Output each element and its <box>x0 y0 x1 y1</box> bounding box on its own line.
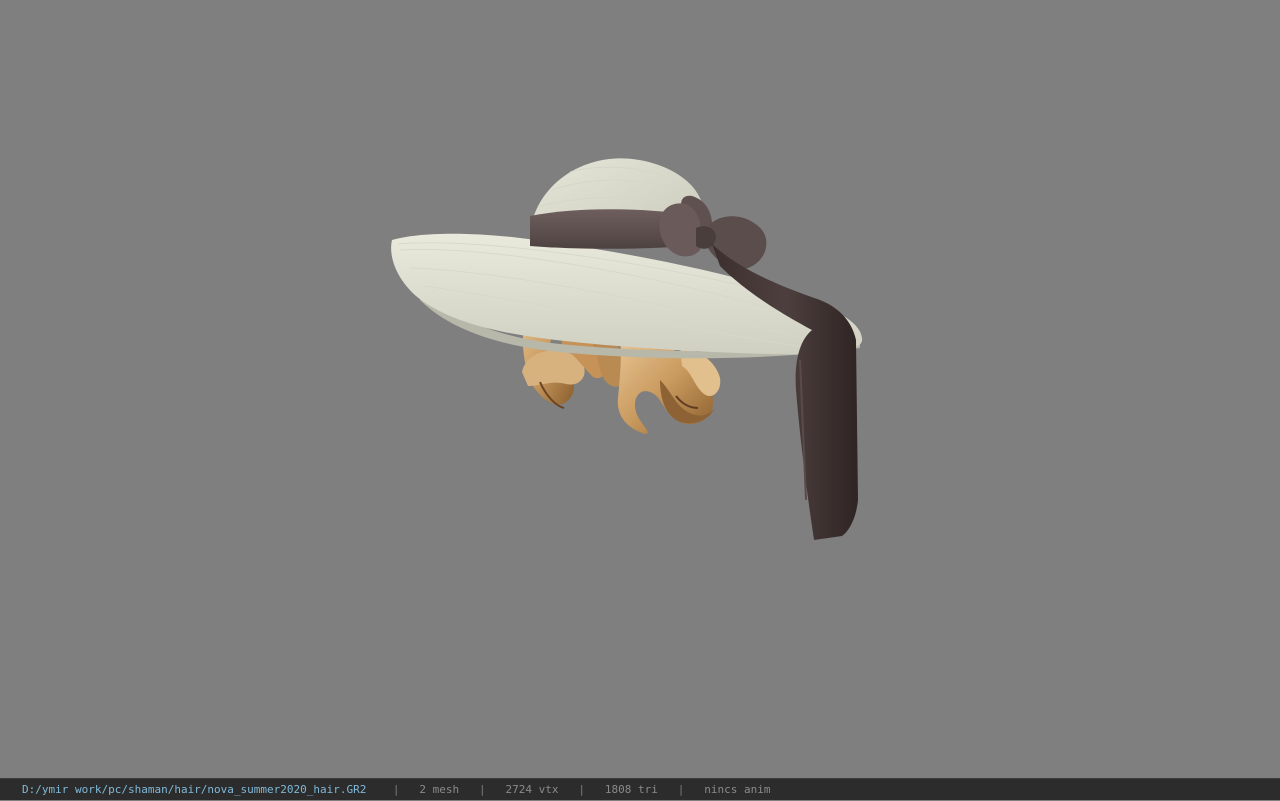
triangle-count-text: 1808 tri <box>604 783 658 796</box>
anim-status-text: nincs anim <box>704 783 771 796</box>
status-separator: | <box>578 783 585 796</box>
ribbon-bow <box>659 195 767 269</box>
file-path-text: D:/ymir work/pc/shaman/hair/nova_summer2… <box>22 783 367 796</box>
status-bar: D:/ymir work/pc/shaman/hair/nova_summer2… <box>0 778 1280 800</box>
status-separator: | <box>479 783 486 796</box>
mesh-count-text: 2 mesh <box>419 783 460 796</box>
status-separator: | <box>392 783 400 796</box>
model-preview <box>391 158 863 540</box>
3d-viewport[interactable] <box>0 0 1280 778</box>
vertex-count-text: 2724 vtx <box>505 783 559 796</box>
